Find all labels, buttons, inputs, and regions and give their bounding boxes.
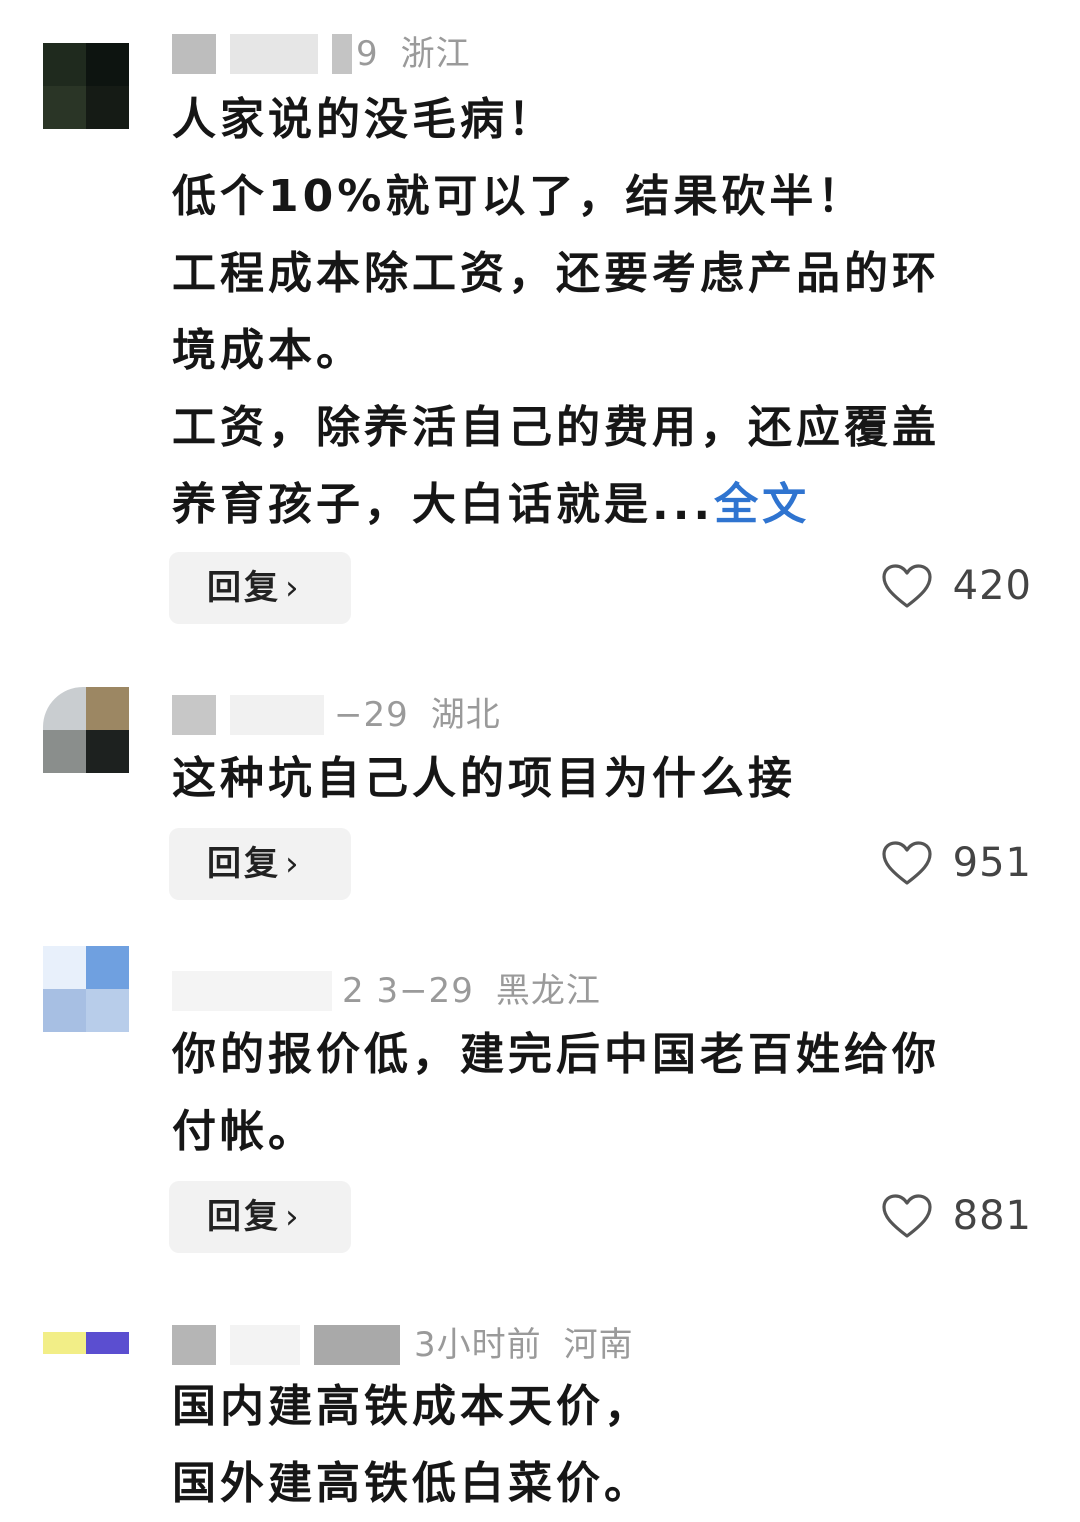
comment-line: 国内建高铁成本天价， [172, 1381, 652, 1432]
heart-outline-icon [881, 563, 933, 609]
like-count: 881 [952, 1193, 1032, 1239]
chevron-right-icon: › [285, 1197, 302, 1237]
comment-line: 境成本。 [172, 325, 364, 376]
comment-line: 这种坑自己人的项目为什么接 [172, 753, 796, 804]
comment-line: 工程成本除工资，还要考虑产品的环 [172, 248, 940, 299]
comment-text: 这种坑自己人的项目为什么接 [172, 740, 1042, 817]
comment-text: 人家说的没毛病！ 低个10%就可以了，结果砍半！ 工程成本除工资，还要考虑产品的… [172, 81, 1042, 543]
comment-line: 你的报价低，建完后中国老百姓给你 [172, 1029, 940, 1080]
avatar[interactable] [43, 687, 129, 773]
chevron-right-icon: › [285, 568, 302, 608]
comment-line: 工资，除养活自己的费用，还应覆盖 [172, 402, 940, 453]
heart-outline-icon [881, 840, 933, 886]
expand-full-text-link[interactable]: 全文 [714, 479, 810, 530]
heart-outline-icon [881, 1193, 933, 1239]
comment-location: 黑龙江 [495, 970, 601, 1011]
avatar[interactable] [43, 946, 129, 1032]
username-redacted[interactable] [172, 1324, 216, 1365]
comment-date: 2 3−29 [342, 970, 474, 1011]
reply-label: 回复 [207, 844, 281, 884]
comment-meta: 3小时前 河南 [172, 1321, 656, 1365]
reply-label: 回复 [207, 568, 281, 608]
like-button[interactable]: 951 [881, 827, 1032, 899]
comment-line: 人家说的没毛病！ [172, 94, 556, 145]
comment-meta: −29 湖北 [172, 691, 523, 735]
reply-label: 回复 [207, 1197, 281, 1237]
comment-location: 湖北 [430, 694, 501, 735]
comment-date: 9 [356, 33, 379, 74]
username-redacted [230, 1324, 300, 1365]
reply-button[interactable]: 回复 › [169, 552, 351, 624]
avatar[interactable] [43, 43, 129, 129]
like-button[interactable]: 881 [881, 1180, 1032, 1252]
comment-location: 浙江 [400, 33, 471, 74]
comment-line: 养育孩子，大白话就是...全文 [172, 466, 1042, 543]
reply-button[interactable]: 回复 › [169, 1181, 351, 1253]
reply-button[interactable]: 回复 › [169, 828, 351, 900]
comment-meta: 2 3−29 黑龙江 [172, 967, 623, 1011]
like-button[interactable]: 420 [881, 550, 1032, 622]
comment-line: 国外建高铁低白菜价。 [172, 1458, 652, 1509]
username-redacted[interactable] [172, 694, 216, 735]
chevron-right-icon: › [285, 844, 302, 884]
username-redacted[interactable] [172, 970, 332, 1011]
comment-text: 国内建高铁成本天价， 国外建高铁低白菜价。 [172, 1368, 1042, 1522]
comment-text: 你的报价低，建完后中国老百姓给你 付帐。 [172, 1016, 1042, 1170]
like-count: 420 [952, 563, 1032, 609]
comment-date: 3小时前 [414, 1324, 542, 1365]
avatar[interactable] [43, 1332, 129, 1376]
comment-meta: 9 浙江 [172, 30, 493, 74]
comment-line-truncated: 养育孩子，大白话就是... [172, 479, 715, 530]
username-redacted [314, 1324, 400, 1365]
comment-date: −29 [334, 694, 409, 735]
comment-line: 低个10%就可以了，结果砍半！ [172, 171, 866, 222]
username-redacted[interactable] [172, 33, 216, 74]
username-redacted [332, 33, 352, 74]
username-redacted [230, 694, 324, 735]
comment-location: 河南 [563, 1324, 634, 1365]
comment-line: 付帐。 [172, 1106, 316, 1157]
like-count: 951 [952, 840, 1032, 886]
username-redacted [230, 33, 318, 74]
